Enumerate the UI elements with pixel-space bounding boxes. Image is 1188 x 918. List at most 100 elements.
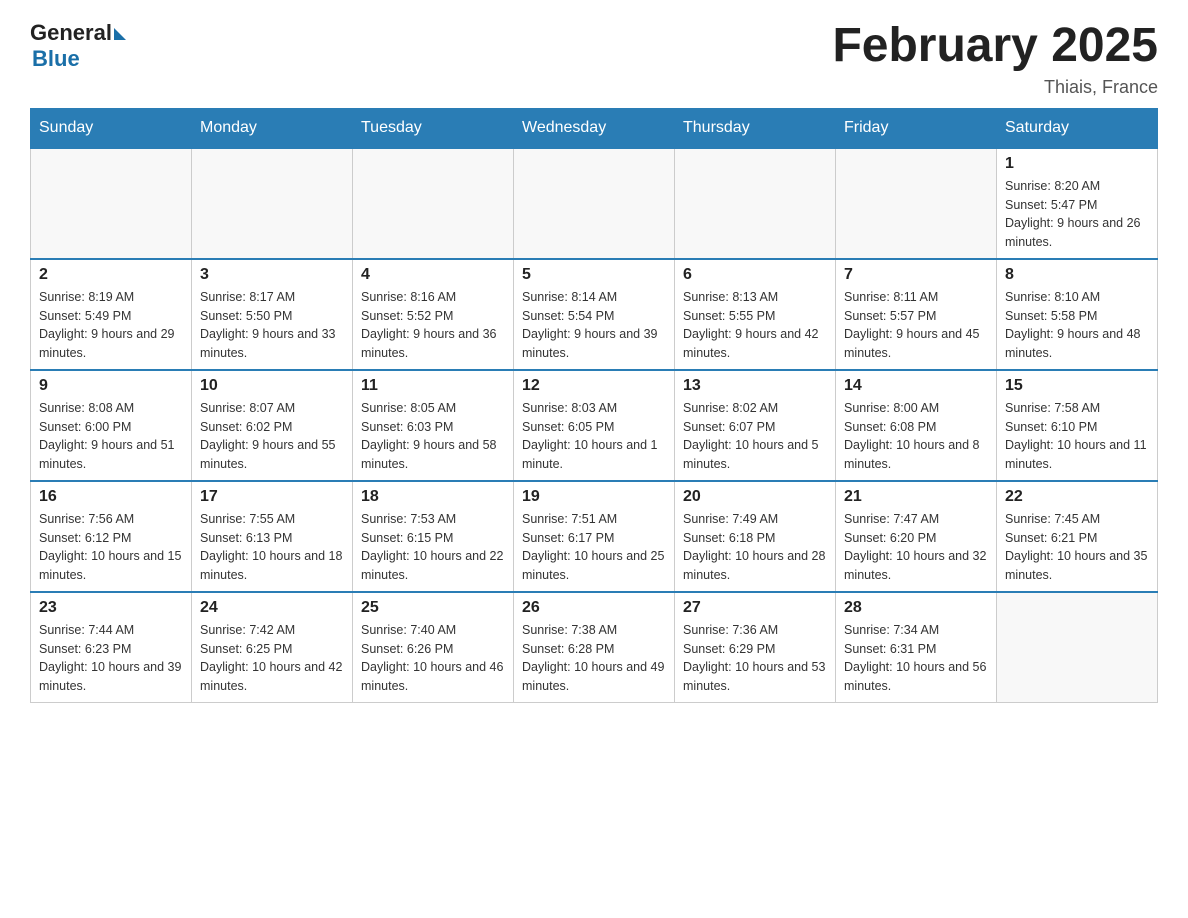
calendar-cell: 27Sunrise: 7:36 AMSunset: 6:29 PMDayligh… (675, 592, 836, 703)
calendar-cell: 20 Sunrise: 7:49 AMSunset: 6:18 PMDayligh… (675, 481, 836, 592)
calendar-cell: 1Sunrise: 8:20 AMSunset: 5:47 PMDaylight… (997, 148, 1158, 259)
logo: General Blue (30, 20, 126, 72)
day-number: 5 (522, 266, 666, 284)
calendar-cell: 7 Sunrise: 8:11 AMSunset: 5:57 PMDaylight… (836, 259, 997, 370)
day-info: Sunrise: 7:56 AMSunset: 6:12 PMDaylight:… (39, 510, 183, 585)
day-number: 10 (200, 377, 344, 395)
calendar-cell: 25 Sunrise: 7:40 AMSunset: 6:26 PMDayligh… (353, 592, 514, 703)
calendar-week-3: 9 Sunrise: 8:08 AMSunset: 6:00 PMDaylight… (31, 370, 1158, 481)
logo-general-text: General (30, 20, 126, 46)
day-info: Sunrise: 8:03 AMSunset: 6:05 PMDaylight:… (522, 399, 666, 474)
day-number: 28 (844, 599, 988, 617)
day-number: 3 (200, 266, 344, 284)
day-info: Sunrise: 7:49 AMSunset: 6:18 PMDaylight:… (683, 510, 827, 585)
day-info: Sunrise: 7:51 AMSunset: 6:17 PMDaylight:… (522, 510, 666, 585)
calendar-week-5: 23 Sunrise: 7:44 AMSunset: 6:23 PMDayligh… (31, 592, 1158, 703)
calendar-cell: 5 Sunrise: 8:14 AMSunset: 5:54 PMDaylight… (514, 259, 675, 370)
logo-general-word: General (30, 20, 112, 46)
day-info: Sunrise: 7:42 AMSunset: 6:25 PMDaylight:… (200, 621, 344, 696)
day-info: Sunrise: 8:20 AMSunset: 5:47 PMDaylight:… (1005, 177, 1149, 252)
page-header: General Blue February 2025 Thiais, Franc… (30, 20, 1158, 98)
day-number: 7 (844, 266, 988, 284)
day-number: 11 (361, 377, 505, 395)
day-info: Sunrise: 7:58 AMSunset: 6:10 PMDaylight:… (1005, 399, 1149, 474)
calendar-cell: 26 Sunrise: 7:38 AMSunset: 6:28 PMDayligh… (514, 592, 675, 703)
day-info: Sunrise: 7:53 AMSunset: 6:15 PMDaylight:… (361, 510, 505, 585)
weekday-header-monday: Monday (192, 108, 353, 148)
day-number: 20 (683, 488, 827, 506)
day-number: 23 (39, 599, 183, 617)
calendar-cell: 9 Sunrise: 8:08 AMSunset: 6:00 PMDaylight… (31, 370, 192, 481)
calendar-cell (353, 148, 514, 259)
calendar-cell: 8Sunrise: 8:10 AMSunset: 5:58 PMDaylight… (997, 259, 1158, 370)
location: Thiais, France (832, 77, 1158, 98)
weekday-header-sunday: Sunday (31, 108, 192, 148)
calendar-cell: 17 Sunrise: 7:55 AMSunset: 6:13 PMDayligh… (192, 481, 353, 592)
calendar-cell: 6Sunrise: 8:13 AMSunset: 5:55 PMDaylight… (675, 259, 836, 370)
day-info: Sunrise: 7:40 AMSunset: 6:26 PMDaylight:… (361, 621, 505, 696)
day-number: 25 (361, 599, 505, 617)
day-info: Sunrise: 8:10 AMSunset: 5:58 PMDaylight:… (1005, 288, 1149, 363)
calendar-cell: 21 Sunrise: 7:47 AMSunset: 6:20 PMDayligh… (836, 481, 997, 592)
day-info: Sunrise: 7:55 AMSunset: 6:13 PMDaylight:… (200, 510, 344, 585)
day-info: Sunrise: 7:38 AMSunset: 6:28 PMDaylight:… (522, 621, 666, 696)
calendar-cell (514, 148, 675, 259)
day-number: 14 (844, 377, 988, 395)
day-number: 24 (200, 599, 344, 617)
calendar-body: 1Sunrise: 8:20 AMSunset: 5:47 PMDaylight… (31, 148, 1158, 703)
month-title: February 2025 (832, 20, 1158, 73)
calendar-week-1: 1Sunrise: 8:20 AMSunset: 5:47 PMDaylight… (31, 148, 1158, 259)
day-number: 9 (39, 377, 183, 395)
calendar-cell: 15Sunrise: 7:58 AMSunset: 6:10 PMDayligh… (997, 370, 1158, 481)
day-number: 22 (1005, 488, 1149, 506)
day-info: Sunrise: 7:45 AMSunset: 6:21 PMDaylight:… (1005, 510, 1149, 585)
calendar-cell: 13 Sunrise: 8:02 AMSunset: 6:07 PMDayligh… (675, 370, 836, 481)
calendar-cell: 24 Sunrise: 7:42 AMSunset: 6:25 PMDayligh… (192, 592, 353, 703)
day-info: Sunrise: 8:19 AMSunset: 5:49 PMDaylight:… (39, 288, 183, 363)
calendar-cell: 18 Sunrise: 7:53 AMSunset: 6:15 PMDayligh… (353, 481, 514, 592)
day-info: Sunrise: 7:34 AMSunset: 6:31 PMDaylight:… (844, 621, 988, 696)
calendar-cell (836, 148, 997, 259)
day-number: 26 (522, 599, 666, 617)
calendar-cell: 14 Sunrise: 8:00 AMSunset: 6:08 PMDayligh… (836, 370, 997, 481)
calendar-cell: 2 Sunrise: 8:19 AMSunset: 5:49 PMDaylight… (31, 259, 192, 370)
day-info: Sunrise: 7:44 AMSunset: 6:23 PMDaylight:… (39, 621, 183, 696)
day-number: 21 (844, 488, 988, 506)
calendar-cell: 19 Sunrise: 7:51 AMSunset: 6:17 PMDayligh… (514, 481, 675, 592)
logo-blue-text: Blue (32, 46, 80, 72)
day-number: 12 (522, 377, 666, 395)
day-info: Sunrise: 8:05 AMSunset: 6:03 PMDaylight:… (361, 399, 505, 474)
weekday-header-row: SundayMondayTuesdayWednesdayThursdayFrid… (31, 108, 1158, 148)
day-number: 16 (39, 488, 183, 506)
day-info: Sunrise: 8:08 AMSunset: 6:00 PMDaylight:… (39, 399, 183, 474)
calendar-cell: 4Sunrise: 8:16 AMSunset: 5:52 PMDaylight… (353, 259, 514, 370)
day-number: 4 (361, 266, 505, 284)
calendar-cell: 23 Sunrise: 7:44 AMSunset: 6:23 PMDayligh… (31, 592, 192, 703)
calendar-cell: 16 Sunrise: 7:56 AMSunset: 6:12 PMDayligh… (31, 481, 192, 592)
day-number: 18 (361, 488, 505, 506)
calendar-cell: 3 Sunrise: 8:17 AMSunset: 5:50 PMDaylight… (192, 259, 353, 370)
day-number: 13 (683, 377, 827, 395)
day-number: 19 (522, 488, 666, 506)
day-info: Sunrise: 8:14 AMSunset: 5:54 PMDaylight:… (522, 288, 666, 363)
calendar-cell: 22 Sunrise: 7:45 AMSunset: 6:21 PMDayligh… (997, 481, 1158, 592)
calendar-cell (997, 592, 1158, 703)
calendar-cell: 28 Sunrise: 7:34 AMSunset: 6:31 PMDayligh… (836, 592, 997, 703)
day-number: 2 (39, 266, 183, 284)
calendar-cell: 12 Sunrise: 8:03 AMSunset: 6:05 PMDayligh… (514, 370, 675, 481)
day-info: Sunrise: 8:00 AMSunset: 6:08 PMDaylight:… (844, 399, 988, 474)
day-info: Sunrise: 8:11 AMSunset: 5:57 PMDaylight:… (844, 288, 988, 363)
day-info: Sunrise: 8:17 AMSunset: 5:50 PMDaylight:… (200, 288, 344, 363)
calendar-cell: 10 Sunrise: 8:07 AMSunset: 6:02 PMDayligh… (192, 370, 353, 481)
weekday-header-thursday: Thursday (675, 108, 836, 148)
calendar-week-4: 16 Sunrise: 7:56 AMSunset: 6:12 PMDayligh… (31, 481, 1158, 592)
day-number: 17 (200, 488, 344, 506)
calendar-cell (675, 148, 836, 259)
day-info: Sunrise: 8:07 AMSunset: 6:02 PMDaylight:… (200, 399, 344, 474)
day-info: Sunrise: 8:02 AMSunset: 6:07 PMDaylight:… (683, 399, 827, 474)
day-info: Sunrise: 7:47 AMSunset: 6:20 PMDaylight:… (844, 510, 988, 585)
calendar-header: SundayMondayTuesdayWednesdayThursdayFrid… (31, 108, 1158, 148)
weekday-header-friday: Friday (836, 108, 997, 148)
weekday-header-wednesday: Wednesday (514, 108, 675, 148)
day-number: 6 (683, 266, 827, 284)
